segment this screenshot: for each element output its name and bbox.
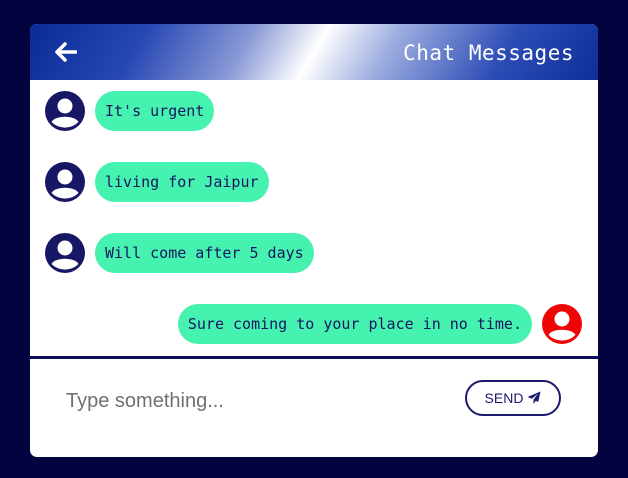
message-row: It's urgent <box>45 90 215 132</box>
chat-header: Chat Messages <box>30 24 598 80</box>
message-row: Sure coming to your place in no time. <box>177 303 582 345</box>
message-bubble: living for Jaipur <box>95 162 269 202</box>
message-bubble: Will come after 5 days <box>95 233 314 273</box>
arrow-left-icon <box>55 42 77 62</box>
user-avatar-icon <box>45 233 85 273</box>
page-title: Chat Messages <box>403 41 574 65</box>
send-button-label: SEND <box>484 390 524 406</box>
send-button[interactable]: SEND <box>465 380 561 416</box>
message-bubble: Sure coming to your place in no time. <box>177 304 532 344</box>
message-row: living for Jaipur <box>45 161 269 203</box>
chat-window: Chat Messages It's urgent living for Jai… <box>30 24 598 457</box>
user-avatar-icon <box>45 162 85 202</box>
user-avatar-icon <box>45 91 85 131</box>
message-input[interactable] <box>64 385 448 417</box>
user-avatar-icon <box>542 304 582 344</box>
paper-plane-icon <box>527 391 541 404</box>
message-list: It's urgent living for Jaipur Will come … <box>30 80 598 356</box>
message-row: Will come after 5 days <box>45 232 314 274</box>
message-bubble: It's urgent <box>95 91 215 131</box>
back-button[interactable] <box>52 38 80 66</box>
message-composer: SEND <box>30 359 598 457</box>
